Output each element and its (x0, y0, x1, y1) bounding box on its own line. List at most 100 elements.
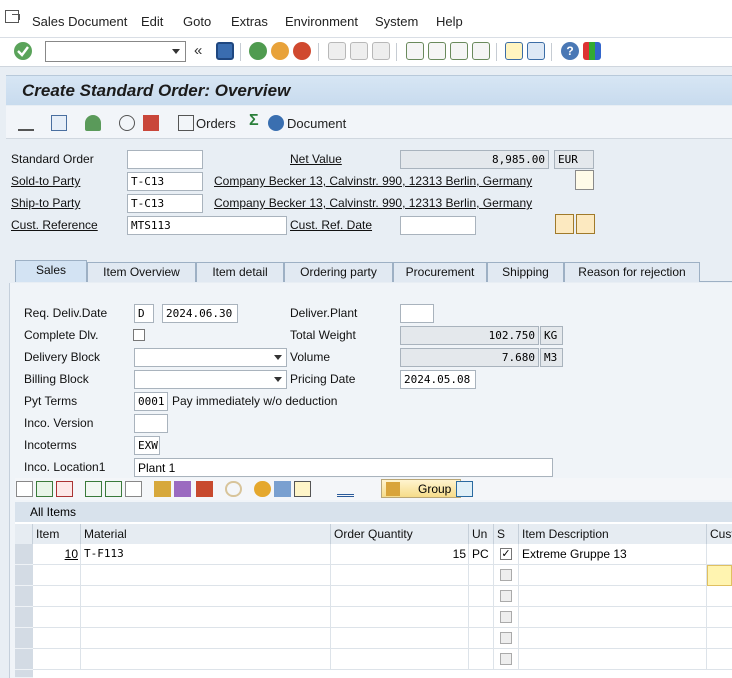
document-icon[interactable] (268, 115, 284, 131)
display-document-icon[interactable] (555, 214, 574, 234)
table-cell[interactable] (519, 565, 707, 586)
req-deliv-date-type-field[interactable]: D (134, 304, 154, 323)
row-selector[interactable] (15, 649, 33, 670)
ship-to-party-address[interactable]: Company Becker 13, Calvinstr. 990, 12313… (214, 196, 532, 210)
select-all-icon[interactable] (85, 481, 102, 497)
orders-icon[interactable] (178, 115, 194, 131)
table-row-customer-material[interactable] (707, 544, 732, 565)
sold-to-party-field[interactable]: T-C13 (127, 172, 203, 191)
new-session-icon[interactable] (505, 42, 523, 60)
delete-row-icon[interactable] (56, 481, 73, 497)
menu-extras[interactable]: Extras (231, 14, 268, 29)
column-header-item[interactable]: Item (33, 524, 81, 544)
orders-button[interactable]: Orders (196, 116, 236, 131)
menu-edit[interactable]: Edit (141, 14, 163, 29)
inco-location-field[interactable]: Plant 1 (134, 458, 553, 477)
last-page-icon[interactable] (472, 42, 490, 60)
document-flow-icon[interactable] (51, 115, 67, 131)
first-page-icon[interactable] (406, 42, 424, 60)
status-checkbox[interactable] (500, 653, 512, 665)
pricing-date-field[interactable]: 2024.05.08 (400, 370, 476, 389)
table-cell[interactable] (469, 565, 494, 586)
table-cell[interactable] (519, 649, 707, 670)
column-header-customer-material[interactable]: Cust (707, 524, 732, 544)
tab-ordering-party[interactable]: Ordering party (284, 262, 393, 282)
sort-icon[interactable] (337, 481, 354, 497)
status-checkbox[interactable] (500, 632, 512, 644)
table-cell[interactable] (33, 628, 81, 649)
table-row-quantity[interactable]: 15 (331, 544, 469, 565)
sold-to-party-address[interactable]: Company Becker 13, Calvinstr. 990, 12313… (214, 174, 532, 188)
print-icon[interactable] (328, 42, 346, 60)
chart-icon[interactable] (196, 481, 213, 497)
table-cell[interactable] (331, 649, 469, 670)
tab-item-detail[interactable]: Item detail (196, 262, 284, 282)
tab-reason-for-rejection[interactable]: Reason for rejection (564, 262, 700, 282)
chevron-down-icon[interactable] (172, 49, 180, 54)
menu-environment[interactable]: Environment (285, 14, 358, 29)
table-cell[interactable] (469, 586, 494, 607)
select-all-rows-header[interactable] (15, 524, 33, 544)
column-header-unit[interactable]: Un (469, 524, 494, 544)
table-cell[interactable] (707, 586, 732, 607)
tab-sales[interactable]: Sales (15, 260, 87, 282)
back-icon[interactable] (249, 42, 267, 60)
table-cell[interactable] (331, 586, 469, 607)
row-selector[interactable] (15, 544, 33, 565)
deliver-plant-field[interactable] (400, 304, 434, 323)
req-deliv-date-field[interactable]: 2024.06.30 (162, 304, 238, 323)
table-cell[interactable] (33, 649, 81, 670)
table-cell[interactable] (707, 628, 732, 649)
table-cell[interactable] (33, 586, 81, 607)
row-selector[interactable] (15, 607, 33, 628)
shortcut-icon[interactable] (527, 42, 545, 60)
previous-page-icon[interactable] (428, 42, 446, 60)
table-cell[interactable] (519, 628, 707, 649)
display-change-icon[interactable] (18, 115, 34, 131)
table-cell[interactable] (33, 565, 81, 586)
table-cell[interactable] (707, 607, 732, 628)
deselect-all-icon[interactable] (125, 481, 142, 497)
column-header-status[interactable]: S (494, 524, 519, 544)
edit-document-icon[interactable] (576, 214, 595, 234)
billing-block-dropdown[interactable] (134, 370, 287, 389)
menu-goto[interactable]: Goto (183, 14, 211, 29)
table-cell[interactable] (81, 628, 331, 649)
enter-check-icon[interactable] (14, 42, 32, 60)
menu-system[interactable]: System (375, 14, 418, 29)
cust-reference-field[interactable]: MTS113 (127, 216, 287, 235)
table-row-unit[interactable]: PC (469, 544, 494, 565)
column-header-item-description[interactable]: Item Description (519, 524, 707, 544)
cust-ref-date-field[interactable] (400, 216, 476, 235)
table-cell[interactable] (469, 628, 494, 649)
customize-layout-icon[interactable] (583, 42, 601, 60)
table-row-material[interactable]: T-F113 (81, 544, 331, 565)
save-icon[interactable] (216, 42, 234, 60)
table-cell[interactable] (81, 649, 331, 670)
table-cell[interactable] (33, 607, 81, 628)
inco-version-field[interactable] (134, 414, 168, 433)
status-checkbox[interactable]: ✓ (500, 548, 512, 560)
help-icon[interactable]: ? (561, 42, 579, 60)
exit-icon[interactable] (271, 42, 289, 60)
standard-order-field[interactable] (127, 150, 203, 169)
status-checkbox[interactable] (500, 611, 512, 623)
cancel-icon[interactable] (293, 42, 311, 60)
table-row-item[interactable]: 10 (33, 544, 81, 565)
complete-dlv-checkbox[interactable] (133, 329, 145, 341)
table-cell[interactable] (81, 565, 331, 586)
menu-app-icon[interactable] (5, 10, 20, 23)
command-field[interactable] (45, 41, 186, 62)
next-page-icon[interactable] (450, 42, 468, 60)
pyt-terms-field[interactable]: 0001 (134, 392, 168, 411)
row-selector[interactable] (15, 670, 33, 678)
hierarchy-icon[interactable] (174, 481, 191, 497)
document-icon[interactable] (575, 170, 594, 190)
tab-shipping[interactable]: Shipping (487, 262, 564, 282)
table-cell[interactable] (331, 628, 469, 649)
row-selector[interactable] (15, 586, 33, 607)
table-cell[interactable] (707, 649, 732, 670)
reject-icon[interactable] (143, 115, 159, 131)
insert-row-icon[interactable] (36, 481, 53, 497)
delivery-block-dropdown[interactable] (134, 348, 287, 367)
